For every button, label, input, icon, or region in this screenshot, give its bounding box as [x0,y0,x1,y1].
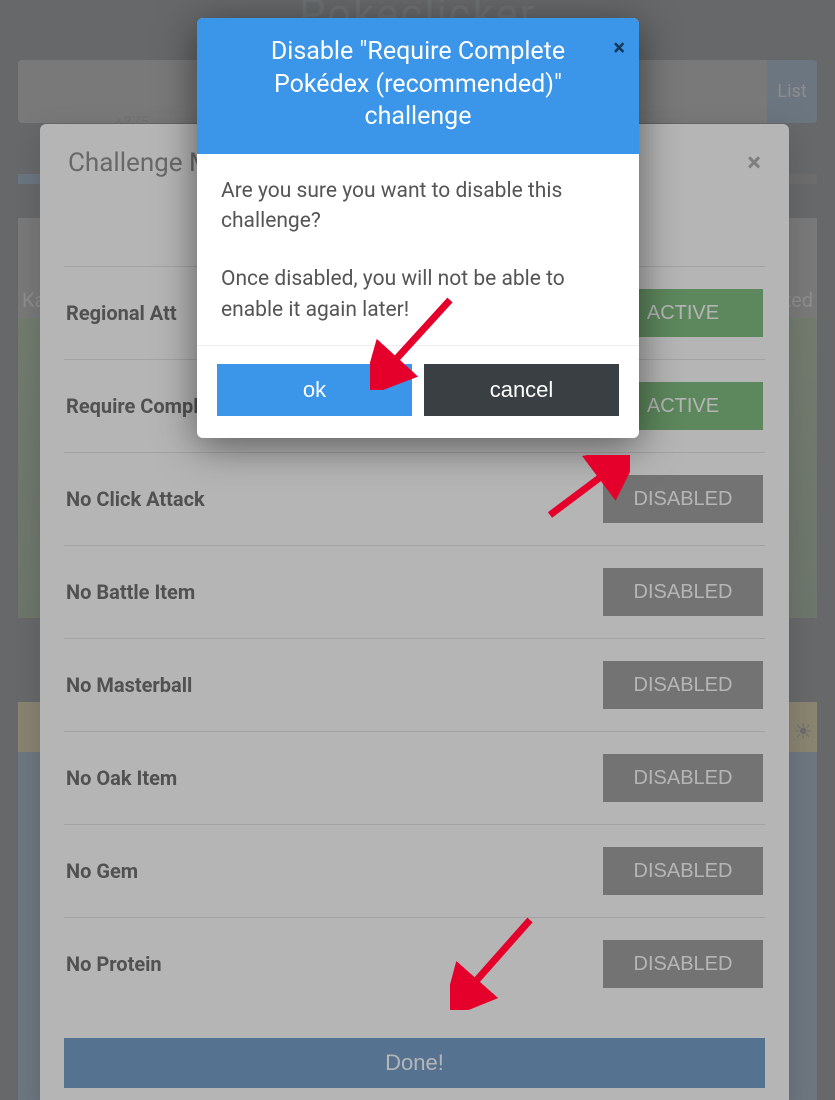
cancel-button[interactable]: cancel [424,364,619,416]
confirm-dialog: Disable "Require Complete Pokédex (recom… [197,18,639,438]
dialog-body: Are you sure you want to disable this ch… [197,154,639,346]
ok-button[interactable]: ok [217,364,412,416]
dialog-header: Disable "Require Complete Pokédex (recom… [197,18,639,154]
dialog-actions: ok cancel [197,345,639,438]
dialog-title: Disable "Require Complete Pokédex (recom… [241,36,595,134]
dialog-text-1: Are you sure you want to disable this ch… [221,176,615,237]
dialog-close-button[interactable]: × [613,36,625,61]
dialog-text-2: Once disabled, you will not be able to e… [221,264,615,325]
